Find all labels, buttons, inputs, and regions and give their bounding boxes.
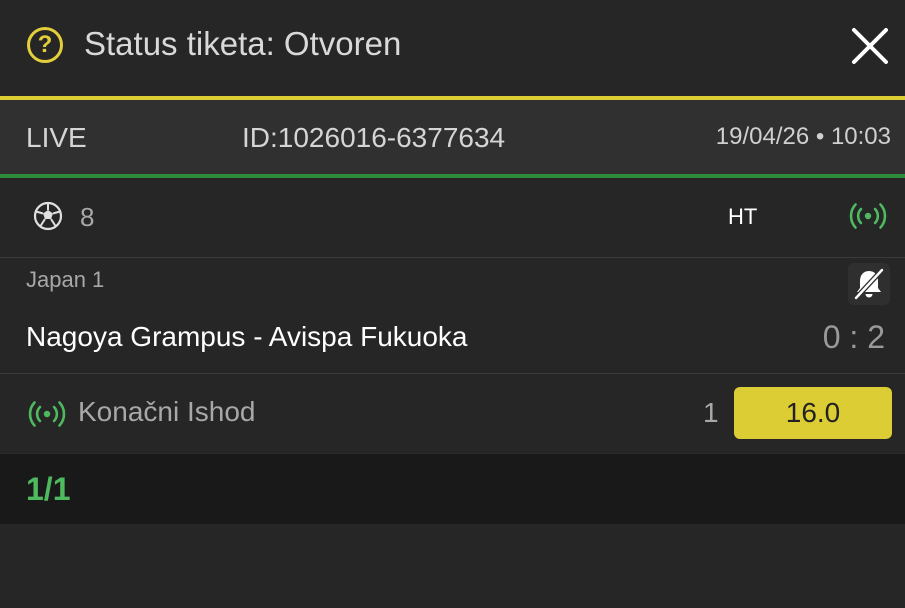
notification-toggle[interactable] [848,263,890,305]
live-label: LIVE [26,122,87,153]
selection-counter: 1/1 [26,471,71,507]
ticket-datetime: 19/04/26 • 10:03 [715,123,891,150]
soccer-ball-icon [33,201,63,231]
event-count: 8 [80,202,95,232]
sport-row: 8 HT [0,178,905,258]
match-status: HT [728,204,758,229]
bet-pick: 1 [703,397,719,428]
ticket-meta-row: LIVE ID:1026016-6377634 19/04/26 • 10:03 [0,100,905,174]
market-name: Konačni Ishod [78,396,256,427]
bell-off-icon [854,268,884,300]
ticket-footer: 1/1 [0,453,905,524]
odds-button[interactable]: 16.0 [734,387,892,439]
match-name: Nagoya Grampus - Avispa Fukuoka [26,321,468,352]
ticket-header: ? Status tiketa: Otvoren [0,0,905,96]
question-circle-icon[interactable]: ? [27,27,63,63]
bet-row: Konačni Ishod 1 16.0 [0,374,905,453]
match-score: 0 : 2 [822,319,885,355]
live-broadcast-icon [849,203,887,229]
ticket-status-title: Status tiketa: Otvoren [84,25,402,62]
match-block: Japan 1 Nagoya Grampus - Avispa Fukuoka … [0,258,905,374]
ticket-id: ID:1026016-6377634 [242,122,506,153]
league-name: Japan 1 [26,267,105,292]
close-icon[interactable] [850,26,890,66]
live-broadcast-icon [28,401,66,427]
